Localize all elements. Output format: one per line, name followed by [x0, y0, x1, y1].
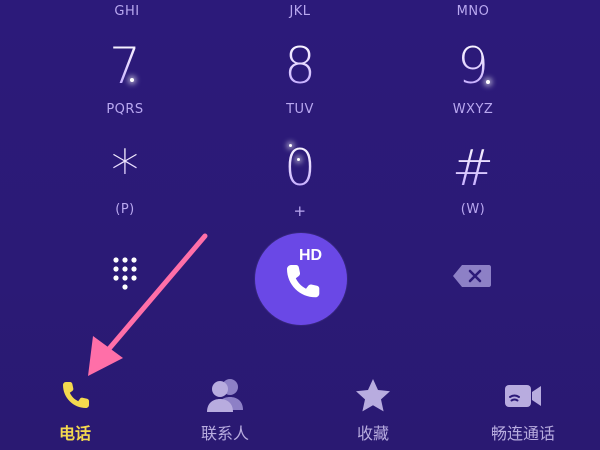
key-star[interactable]: * (P): [65, 140, 185, 230]
sparkle: [130, 78, 134, 82]
key-9-digit: 9: [413, 38, 533, 94]
key-0-digit: 0: [240, 140, 360, 196]
backspace-icon[interactable]: [452, 264, 492, 288]
key-star-digit: *: [65, 144, 185, 200]
key-hash[interactable]: # (W): [413, 140, 533, 230]
key-0-letters: +: [293, 202, 307, 220]
key-7-letters: PQRS: [106, 102, 144, 117]
tab-contacts[interactable]: 联系人: [165, 370, 285, 450]
star-icon: [356, 379, 390, 412]
key-8[interactable]: 8 TUV: [240, 38, 360, 128]
contacts-icon: [207, 379, 243, 412]
tab-contacts-label: 联系人: [200, 424, 249, 443]
key-7[interactable]: 7 PQRS: [65, 38, 185, 128]
tab-meetime[interactable]: 畅连通话: [463, 370, 583, 450]
key-9-letters: WXYZ: [452, 102, 494, 117]
tab-favorites-label: 收藏: [356, 424, 389, 443]
key-7-digit: 7: [65, 38, 185, 94]
dialer-screen: GHI JKL MNO 7 PQRS 8 TUV 9 WXYZ * (P) 0 …: [0, 0, 600, 450]
tab-phone[interactable]: 电话: [15, 370, 135, 450]
key-0[interactable]: 0 +: [240, 140, 360, 230]
dialpad-icon[interactable]: [107, 254, 143, 294]
sparkle: [289, 144, 292, 147]
hd-badge: HD: [299, 247, 323, 264]
key-5-letters: JKL: [289, 4, 311, 19]
key-6-letters: MNO: [456, 4, 490, 19]
tab-favorites[interactable]: 收藏: [313, 370, 433, 450]
sparkle: [297, 158, 300, 161]
key-hash-digit: #: [413, 140, 533, 196]
sparkle: [486, 80, 490, 84]
video-call-icon: [505, 385, 541, 407]
key-4-letters: GHI: [114, 4, 140, 19]
key-8-digit: 8: [240, 38, 360, 94]
tab-meetime-label: 畅连通话: [490, 424, 555, 443]
key-9[interactable]: 9 WXYZ: [413, 38, 533, 128]
key-8-letters: TUV: [286, 102, 314, 117]
phone-icon: [63, 382, 89, 408]
key-star-letters: (P): [115, 202, 135, 217]
tab-phone-label: 电话: [58, 424, 91, 443]
key-hash-letters: (W): [460, 202, 486, 217]
